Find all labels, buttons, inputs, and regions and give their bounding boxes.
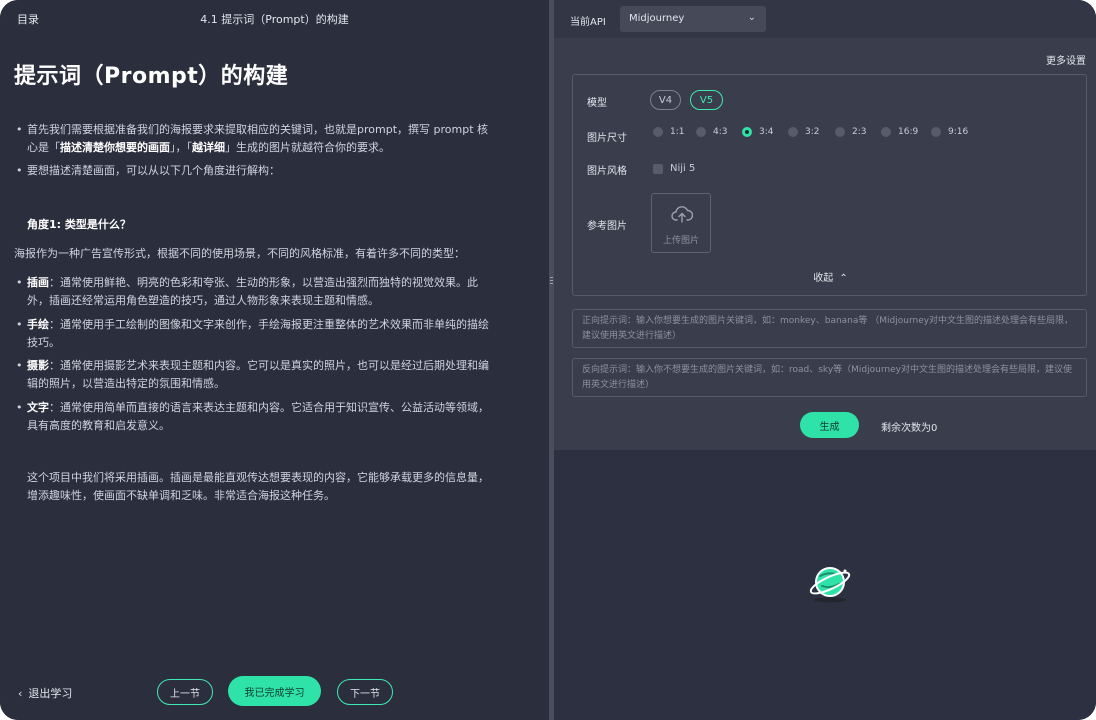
intro-bullet-2: 要想描述清楚画面，可以从以下几个角度进行解构： xyxy=(16,162,530,180)
lesson-header: 目录 4.1 提示词（Prompt）的构建 xyxy=(0,0,549,36)
radio-icon xyxy=(788,127,798,137)
model-label: 模型 xyxy=(587,98,607,109)
lesson-title: 4.1 提示词（Prompt）的构建 xyxy=(200,13,349,26)
radio-icon xyxy=(653,127,663,137)
model-chip-v5[interactable]: V5 xyxy=(690,90,723,110)
size-radio-4-3[interactable]: 4:3 xyxy=(696,127,727,137)
app-window: 目录 4.1 提示词（Prompt）的构建 提示词（Prompt）的构建 首先我… xyxy=(0,0,1096,720)
section-intro: 海报作为一种广告宣传形式，根据不同的使用场景，不同的风格标准，有着许多不同的类型… xyxy=(14,247,465,260)
type-item-illustration: 插画：通常使用鲜艳、明亮的色彩和夸张、生动的形象，以营造出强烈而独特的视觉效果。… xyxy=(16,274,530,310)
emphasis-text: 越详细 xyxy=(192,141,225,154)
style-label: 图片风格 xyxy=(587,166,627,177)
generator-settings-area: 当前API Midjourney ⌄ 更多设置 模型 V4 V5 图片尺寸 1:… xyxy=(554,0,1096,450)
api-label: 当前API xyxy=(570,17,606,28)
lesson-footer: ‹ 退出学习 上一节 我已完成学习 下一节 xyxy=(0,672,549,712)
conclusion-paragraph: 这个项目中我们将采用插画。插画是最能直观传达想要表现的内容，它能够承载更多的信息… xyxy=(27,471,489,502)
size-radio-16-9[interactable]: 16:9 xyxy=(881,127,918,137)
cloud-upload-icon xyxy=(671,206,693,223)
size-radio-2-3[interactable]: 2:3 xyxy=(835,127,866,137)
model-chip-v4[interactable]: V4 xyxy=(650,90,681,110)
drag-handle-icon xyxy=(550,277,553,289)
size-radio-9-16[interactable]: 9:16 xyxy=(931,127,968,137)
chevron-up-icon: ⌃ xyxy=(839,273,848,284)
radio-icon xyxy=(881,127,891,137)
radio-selected-icon xyxy=(742,127,752,137)
radio-icon xyxy=(696,127,706,137)
positive-prompt-input[interactable] xyxy=(572,309,1087,348)
remaining-count: 剩余次数为0 xyxy=(881,423,938,434)
radio-icon xyxy=(931,127,941,137)
size-label: 图片尺寸 xyxy=(587,133,627,144)
generate-button[interactable]: 生成 xyxy=(800,412,859,438)
chevron-down-icon: ⌄ xyxy=(747,12,756,23)
negative-prompt-input[interactable] xyxy=(572,358,1087,397)
prev-section-button[interactable]: 上一节 xyxy=(157,679,213,705)
chevron-left-icon: ‹ xyxy=(18,687,23,700)
type-item-handdrawn: 手绘：通常使用手工绘制的图像和文字来创作，手绘海报更注重整体的艺术效果而非单纯的… xyxy=(16,316,530,352)
api-select[interactable]: Midjourney ⌄ xyxy=(620,6,766,32)
type-item-photography: 摄影：通常使用摄影艺术来表现主题和内容。它可以是真实的照片，也可以是经过后期处理… xyxy=(16,357,530,393)
size-radio-3-2[interactable]: 3:2 xyxy=(788,127,819,137)
niji5-checkbox[interactable]: Niji 5 xyxy=(653,163,695,174)
upload-image-button[interactable]: 上传图片 xyxy=(651,193,711,253)
reference-image-label: 参考图片 xyxy=(587,221,627,232)
collapse-toggle[interactable]: 收起 ⌃ xyxy=(573,269,1088,284)
size-radio-3-4[interactable]: 3:4 xyxy=(742,127,773,137)
article-title-wrap: 提示词（Prompt）的构建 xyxy=(14,58,534,90)
article-title: 提示词（Prompt）的构建 xyxy=(14,64,289,89)
emphasis-text: 描述清楚你想要的画面 xyxy=(60,141,170,154)
api-bar: 当前API Midjourney ⌄ xyxy=(554,0,1096,38)
lesson-pane: 目录 4.1 提示词（Prompt）的构建 提示词（Prompt）的构建 首先我… xyxy=(0,0,549,720)
more-settings-link[interactable]: 更多设置 xyxy=(1046,52,1086,67)
exit-learning-link[interactable]: ‹ 退出学习 xyxy=(18,685,72,701)
next-section-button[interactable]: 下一节 xyxy=(337,679,393,705)
section-heading: 角度1: 类型是什么？ xyxy=(27,218,131,231)
radio-icon xyxy=(835,127,845,137)
size-radio-1-1[interactable]: 1:1 xyxy=(653,127,684,137)
generator-pane: 当前API Midjourney ⌄ 更多设置 模型 V4 V5 图片尺寸 1:… xyxy=(554,0,1096,720)
checkbox-icon xyxy=(653,163,663,174)
type-item-text: 文字：通常使用简单而直接的语言来表达主题和内容。它适合用于知识宣传、公益活动等领… xyxy=(16,399,530,435)
intro-bullet-1: 首先我们需要根据准备我们的海报要求来提取相应的关键词，也就是prompt，撰写 … xyxy=(16,121,530,157)
complete-learning-button[interactable]: 我已完成学习 xyxy=(228,676,321,706)
settings-panel: 模型 V4 V5 图片尺寸 1:1 4:3 3:4 3:2 2:3 16:9 9… xyxy=(572,74,1087,296)
planet-logo-icon xyxy=(809,567,851,603)
